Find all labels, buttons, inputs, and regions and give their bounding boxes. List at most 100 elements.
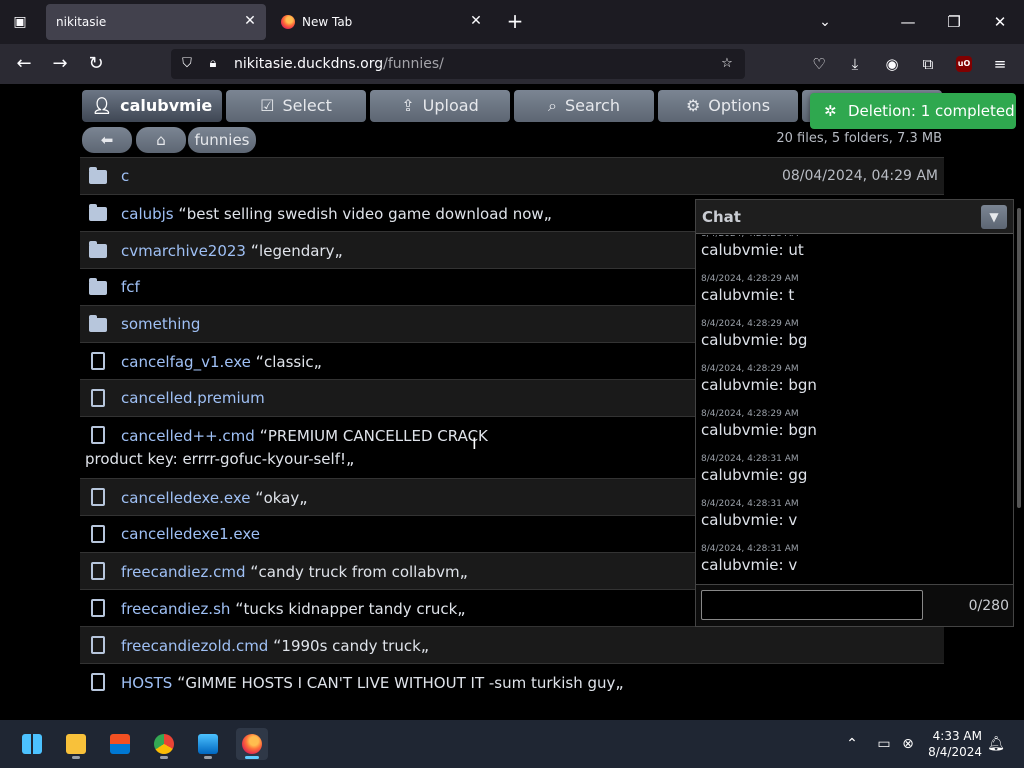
bookmark-star-icon[interactable]: ☆ xyxy=(718,55,736,73)
forward-arrow-icon[interactable]: → xyxy=(48,52,72,76)
running-indicator xyxy=(245,756,259,759)
close-tab-icon[interactable]: ✕ xyxy=(468,13,484,29)
quote-open: “ xyxy=(255,488,264,507)
file-icon xyxy=(88,561,108,581)
folder-row[interactable]: c 08/04/2024, 04:29 AM xyxy=(80,157,944,194)
file-name-link[interactable]: cancelled++.cmd “PREMIUM CANCELLED CRACK xyxy=(121,426,488,445)
description-text: legendary xyxy=(259,242,335,260)
file-name-link[interactable]: freecandiezold.cmd “1990s candy truck„ xyxy=(121,636,429,655)
quote-open: “ xyxy=(250,562,259,581)
chevron-down-icon[interactable]: ⌄ xyxy=(813,10,837,34)
chat-message: 8/4/2024, 4:28:29 AM calubvmie: bgn xyxy=(701,409,1001,439)
message-text: calubvmie: v xyxy=(701,511,798,529)
user-button[interactable]: 👤︎ calubvmie xyxy=(82,90,222,122)
file-name-link[interactable]: calubjs “best selling swedish video game… xyxy=(121,204,552,223)
back-arrow-icon[interactable]: ← xyxy=(12,52,36,76)
account-icon[interactable]: ◉ xyxy=(880,52,904,76)
upload-button[interactable]: ⇪ Upload xyxy=(370,90,510,122)
lock-icon[interactable]: 🔒︎ xyxy=(204,55,222,73)
taskbar-chrome[interactable] xyxy=(148,728,180,760)
ublock-icon[interactable]: uO xyxy=(956,56,972,72)
message-timestamp: 8/4/2024, 4:28:29 AM xyxy=(701,274,799,284)
volume-muted-icon[interactable]: ⊗ xyxy=(898,734,918,754)
file-row[interactable]: HOSTS “GIMME HOSTS I CAN'T LIVE WITHOUT … xyxy=(80,663,944,700)
file-shape xyxy=(91,599,105,617)
chat-collapse-button[interactable]: ▼ xyxy=(981,205,1007,229)
window-close-icon[interactable]: ✕ xyxy=(980,6,1020,38)
chat-message: 8/4/2024, 4:28:29 AM calubvmie: t xyxy=(701,274,1001,304)
quote-open: “ xyxy=(259,426,268,445)
chat-message: 8/4/2024, 4:28:29 AM calubvmie: bg xyxy=(701,319,1001,349)
file-name-link[interactable]: fcf xyxy=(121,278,140,296)
quote-close: „ xyxy=(457,599,466,618)
close-tab-icon[interactable]: ✕ xyxy=(242,13,258,29)
file-icon xyxy=(88,524,108,544)
file-name-link[interactable]: cancelledexe1.exe xyxy=(121,525,260,543)
taskbar-clock[interactable]: 4:33 AM 8/4/2024 xyxy=(920,728,982,760)
message-timestamp: 8/4/2024, 4:28:31 AM xyxy=(701,499,799,509)
file-icon xyxy=(88,672,108,692)
file-name-link[interactable]: freecandiez.sh “tucks kidnapper tandy cr… xyxy=(121,599,466,618)
file-description: “tucks kidnapper tandy cruck„ xyxy=(230,599,466,618)
file-date: 08/04/2024, 04:29 AM xyxy=(781,168,938,184)
url-host: nikitasie.duckdns.org xyxy=(234,56,384,72)
menu-icon[interactable]: ≡ xyxy=(988,52,1012,76)
file-description: “GIMME HOSTS I CAN'T LIVE WITHOUT IT -su… xyxy=(172,673,624,692)
folder-icon xyxy=(88,277,108,297)
start-button[interactable] xyxy=(16,728,48,760)
search-button[interactable]: ⌕ Search xyxy=(514,90,654,122)
url-text: nikitasie.duckdns.org/funnies/ xyxy=(234,56,444,72)
taskbar-file-explorer[interactable] xyxy=(60,728,92,760)
shield-icon[interactable]: ⛉ xyxy=(178,55,196,73)
file-name-link[interactable]: cancelfag_v1.exe “classic„ xyxy=(121,352,322,371)
chat-input[interactable] xyxy=(701,590,923,620)
url-bar[interactable]: ⛉ 🔒︎ nikitasie.duckdns.org/funnies/ ☆ xyxy=(171,49,745,79)
select-button[interactable]: ☑ Select xyxy=(226,90,366,122)
restore-icon[interactable]: ❐ xyxy=(934,6,974,38)
new-tab-plus-icon[interactable]: + xyxy=(503,10,527,34)
description-text: 1990s candy truck xyxy=(281,637,421,655)
quote-close: „ xyxy=(459,562,468,581)
windows-icon xyxy=(22,734,42,754)
options-button[interactable]: ⚙ Options xyxy=(658,90,798,122)
tab-nikitasie[interactable]: nikitasie ✕ xyxy=(46,4,266,40)
chat-title: Chat xyxy=(702,208,741,226)
crumb-funnies[interactable]: funnies xyxy=(188,127,256,153)
file-name-link[interactable]: HOSTS “GIMME HOSTS I CAN'T LIVE WITHOUT … xyxy=(121,673,624,692)
download-icon[interactable]: ⤓ xyxy=(843,52,867,76)
file-name-link[interactable]: freecandiez.cmd “candy truck from collab… xyxy=(121,562,468,581)
extensions-icon[interactable]: ⧉ xyxy=(916,52,940,76)
file-name: cancelfag_v1.exe xyxy=(121,353,251,371)
folder-shape xyxy=(89,204,107,221)
quote-close: „ xyxy=(346,449,355,468)
reload-icon[interactable]: ↻ xyxy=(84,52,108,76)
deletion-toast[interactable]: ✲ Deletion: 1 completed xyxy=(810,93,1016,129)
file-name-link[interactable]: cancelled.premium xyxy=(121,389,265,407)
chat-message: 8/4/2024, 4:28:31 AM calubvmie: v xyxy=(701,544,1001,574)
tab-list-icon[interactable]: ▣ xyxy=(8,10,32,34)
chat-messages[interactable]: 8/4/2024, 4:28:28 AMcalubvmie: ut8/4/202… xyxy=(696,235,1013,583)
pocket-icon[interactable]: ♡ xyxy=(807,52,831,76)
file-description: “classic„ xyxy=(251,352,322,371)
file-name-link[interactable]: c xyxy=(121,167,129,185)
taskbar-photos[interactable] xyxy=(192,728,224,760)
tab-title: nikitasie xyxy=(56,15,107,29)
tab-new-tab[interactable]: New Tab ✕ xyxy=(272,4,492,40)
file-name-link[interactable]: something xyxy=(121,315,200,333)
file-row[interactable]: freecandiezold.cmd “1990s candy truck„ xyxy=(80,626,944,663)
url-path: /funnies/ xyxy=(383,56,444,72)
home-crumb[interactable]: ⌂ xyxy=(136,127,186,153)
taskbar-store[interactable] xyxy=(104,728,136,760)
minimize-icon[interactable]: — xyxy=(888,6,928,38)
back-crumb[interactable]: ⬅ xyxy=(82,127,132,153)
network-icon[interactable]: ▭ xyxy=(874,734,894,754)
page-scrollbar[interactable] xyxy=(1017,208,1021,508)
file-name-link[interactable]: cancelledexe.exe “okay„ xyxy=(121,488,308,507)
notification-bell-icon[interactable]: 🔔︎ xyxy=(986,734,1006,754)
chevron-up-icon[interactable]: ⌃ xyxy=(842,734,862,754)
running-indicator xyxy=(204,756,212,759)
taskbar-firefox[interactable] xyxy=(236,728,268,760)
description-text: tucks kidnapper tandy cruck xyxy=(243,600,458,618)
message-timestamp: 8/4/2024, 4:28:28 AM xyxy=(701,235,1001,239)
file-name-link[interactable]: cvmarchive2023 “legendary„ xyxy=(121,241,343,260)
